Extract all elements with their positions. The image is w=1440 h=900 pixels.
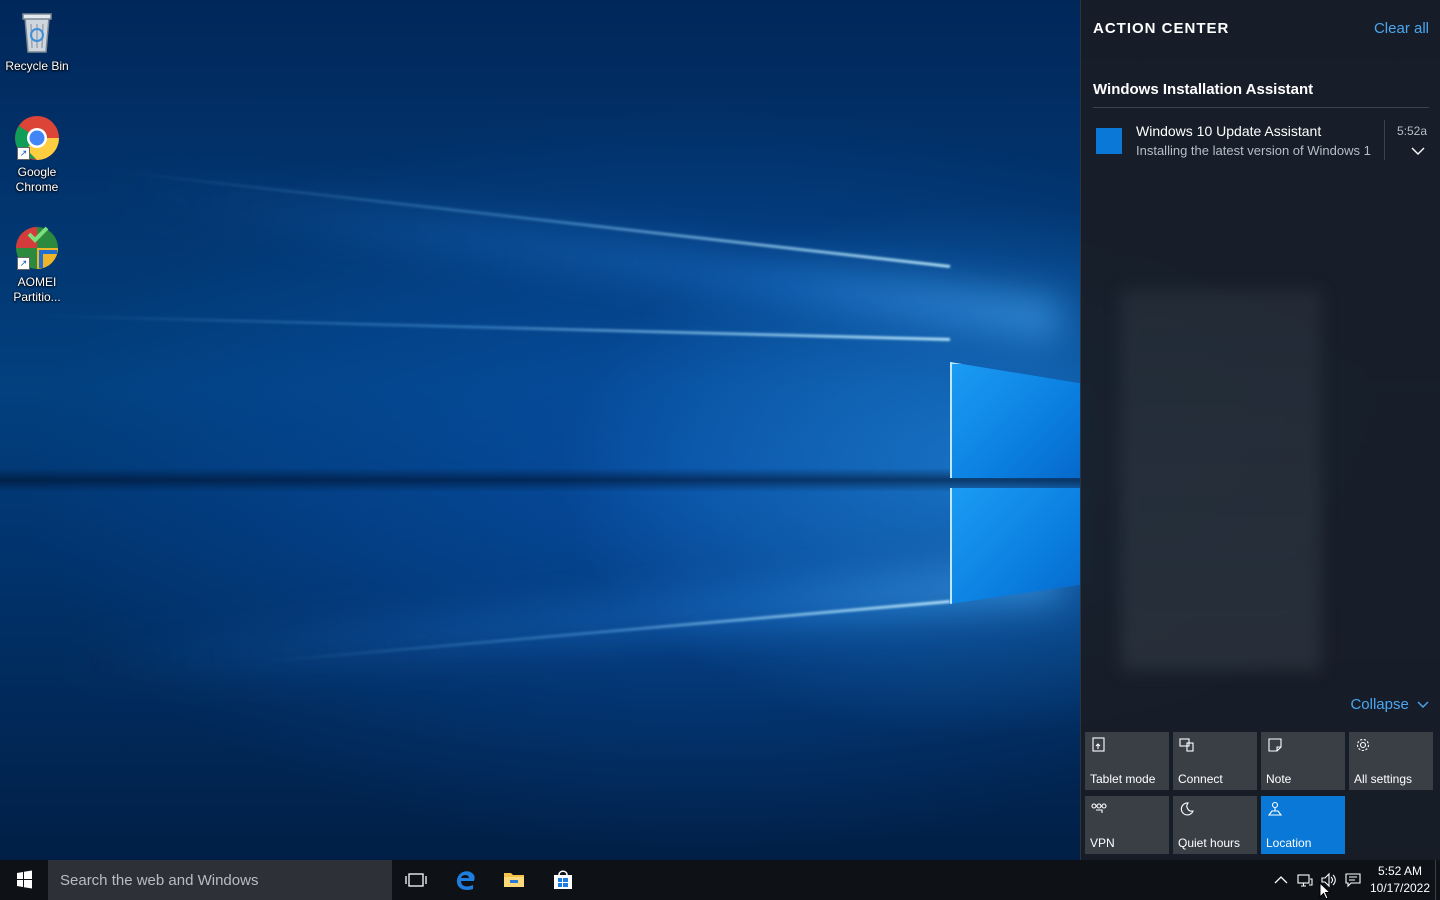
quick-action-label: Note: [1266, 772, 1292, 786]
notification-item[interactable]: Windows 10 Update Assistant Installing t…: [1091, 114, 1431, 166]
quick-action-connect[interactable]: Connect: [1173, 732, 1257, 790]
store-button[interactable]: [539, 860, 587, 900]
quick-action-label: VPN: [1090, 836, 1115, 850]
moon-icon: [1180, 802, 1194, 816]
settings-icon: [1356, 738, 1370, 752]
wallpaper-divider: [0, 468, 1080, 492]
notification-divider: [1384, 120, 1385, 160]
quick-action-label: Connect: [1178, 772, 1223, 786]
vpn-icon: [1091, 803, 1107, 813]
quick-action-location[interactable]: Location: [1261, 796, 1345, 854]
task-view-icon: [405, 873, 427, 887]
start-button[interactable]: [0, 860, 48, 900]
network-icon[interactable]: [1297, 872, 1313, 888]
chevron-down-icon: [1417, 701, 1429, 708]
quick-action-vpn[interactable]: VPN: [1085, 796, 1169, 854]
task-view-button[interactable]: [392, 860, 440, 900]
search-placeholder: Search the web and Windows: [60, 872, 259, 889]
aomei-partition-icon: ↗: [13, 224, 61, 272]
note-icon: [1268, 738, 1282, 752]
notification-body: Installing the latest version of Windows…: [1136, 143, 1371, 158]
store-icon: [554, 870, 572, 889]
quick-action-quiet-hours[interactable]: Quiet hours: [1173, 796, 1257, 854]
windows-logo-pane: [950, 488, 1092, 604]
quick-action-all-settings[interactable]: All settings: [1349, 732, 1433, 790]
shortcut-arrow-icon: ↗: [17, 257, 30, 270]
wallpaper-light-ray: [40, 314, 951, 341]
edge-icon: [456, 871, 475, 890]
shortcut-arrow-icon: ↗: [17, 147, 30, 160]
edge-button[interactable]: [442, 860, 490, 900]
taskbar: Search the web and Windows 5:52 AM 10/17…: [0, 860, 1440, 900]
collapse-label: Collapse: [1350, 696, 1409, 713]
show-desktop-button[interactable]: [1435, 860, 1440, 900]
action-center-title: ACTION CENTER: [1093, 20, 1230, 37]
wallpaper-light-beam: [62, 560, 1062, 688]
notification-group-title: Windows Installation Assistant: [1093, 81, 1314, 98]
tablet-mode-icon: [1092, 737, 1105, 752]
desktop-icon-recycle-bin[interactable]: Recycle Bin: [4, 8, 70, 74]
chevron-up-icon[interactable]: [1273, 872, 1289, 888]
desktop-icon-label: Google Chrome: [15, 165, 59, 194]
action-center-panel: ACTION CENTER Clear all Windows Installa…: [1080, 0, 1440, 860]
desktop-icon-aomei-partition[interactable]: ↗ AOMEI Partitio...: [4, 224, 70, 305]
file-explorer-icon: [504, 873, 524, 887]
background-blur: [1121, 290, 1321, 670]
quick-action-label: Location: [1266, 836, 1312, 850]
file-explorer-button[interactable]: [490, 860, 538, 900]
wallpaper-light-beam: [106, 166, 1063, 340]
desktop-icon-google-chrome[interactable]: ↗ Google Chrome: [4, 114, 70, 195]
collapse-button[interactable]: Collapse: [1350, 696, 1429, 713]
quick-action-label: All settings: [1354, 772, 1413, 786]
search-box[interactable]: Search the web and Windows: [48, 860, 392, 900]
app-tile-icon: [1096, 128, 1122, 154]
action-center-icon[interactable]: [1345, 872, 1361, 888]
quick-action-label: Tablet mode: [1090, 772, 1156, 786]
clock-date: 10/17/2022: [1369, 881, 1431, 895]
chevron-down-icon[interactable]: [1411, 144, 1425, 158]
desktop-icon-label: AOMEI Partitio...: [13, 275, 61, 304]
windows-logo-icon: [17, 870, 32, 889]
mouse-cursor-icon: [1319, 882, 1331, 900]
quick-action-label: Quiet hours: [1178, 836, 1241, 850]
group-divider: [1093, 107, 1429, 108]
taskbar-clock[interactable]: 5:52 AM 10/17/2022: [1366, 863, 1434, 897]
notification-time: 5:52a: [1396, 124, 1427, 138]
notification-title: Windows 10 Update Assistant: [1136, 123, 1322, 139]
location-icon: [1267, 801, 1283, 816]
desktop-icon-label: Recycle Bin: [5, 59, 69, 73]
connect-icon: [1179, 738, 1194, 752]
clock-time: 5:52 AM: [1377, 864, 1423, 878]
quick-action-note[interactable]: Note: [1261, 732, 1345, 790]
clear-all-button[interactable]: Clear all: [1374, 20, 1429, 37]
windows-logo-pane: [950, 362, 1092, 478]
recycle-bin-icon: [13, 8, 61, 56]
quick-action-tablet-mode[interactable]: Tablet mode: [1085, 732, 1169, 790]
chrome-icon: ↗: [13, 114, 61, 162]
